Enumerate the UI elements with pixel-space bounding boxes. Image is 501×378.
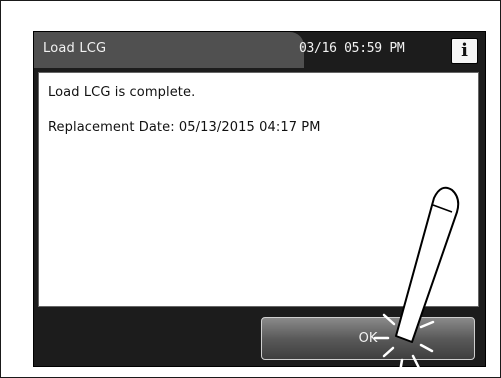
device-screen: Load LCG 03/16 05:59 PM i Load LCG is co… (33, 31, 486, 367)
ok-button-label: OK (358, 331, 378, 346)
clock-display: 03/16 05:59 PM (299, 41, 405, 56)
message-panel: Load LCG is complete. Replacement Date: … (38, 72, 479, 307)
ok-button[interactable]: OK (261, 317, 475, 360)
title-tab: Load LCG (34, 32, 304, 68)
screen-title: Load LCG (43, 41, 107, 56)
info-icon: i (461, 40, 468, 61)
title-bar: Load LCG 03/16 05:59 PM i (34, 32, 485, 68)
replacement-date-text: Replacement Date: 05/13/2015 04:17 PM (48, 120, 321, 135)
completion-message: Load LCG is complete. (48, 85, 196, 100)
info-button[interactable]: i (451, 38, 478, 64)
